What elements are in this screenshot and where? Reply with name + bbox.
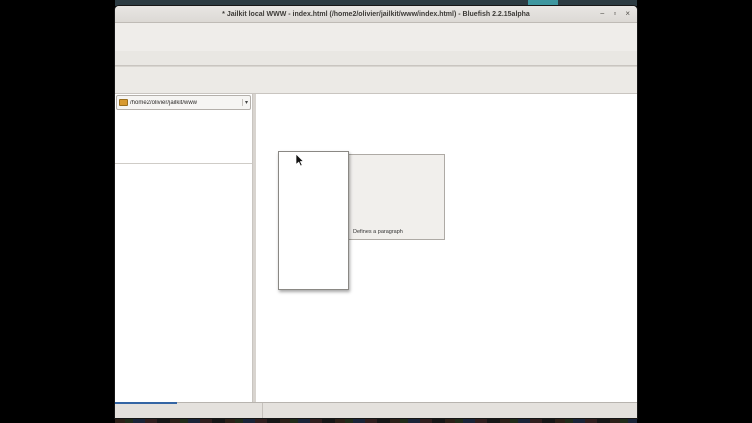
desktop: * Jailkit local WWW - index.html (/home2… <box>0 0 752 423</box>
autocomplete-popup <box>278 151 349 290</box>
main-toolbar <box>115 35 637 51</box>
side-panel-tabs <box>115 403 262 418</box>
window-controls: − ▫ × <box>600 6 630 22</box>
code-editor[interactable]: Defines a paragraph <box>256 94 637 402</box>
close-button[interactable]: × <box>625 10 630 18</box>
title-bar[interactable]: * Jailkit local WWW - index.html (/home2… <box>115 6 637 23</box>
menu-bar <box>115 23 637 35</box>
minimize-button[interactable]: − <box>600 10 605 18</box>
autocomplete-tooltip: Defines a paragraph <box>348 154 445 240</box>
folder-icon <box>119 99 128 106</box>
active-panel-indicator <box>115 402 177 404</box>
directory-tree <box>115 111 252 163</box>
directory-path: /home2/olivier/jailkit/www <box>130 100 240 106</box>
file-list <box>115 163 252 402</box>
html-toolbar-tabs <box>115 51 637 66</box>
html-toolbar <box>115 66 637 81</box>
window-title: * Jailkit local WWW - index.html (/home2… <box>222 11 530 18</box>
bluefish-window: * Jailkit local WWW - index.html (/home2… <box>115 6 637 418</box>
document-tab-bar <box>262 403 637 418</box>
desktop-strip-bottom <box>115 418 637 423</box>
chevron-down-icon[interactable]: ▾ <box>242 99 248 106</box>
main-area: /home2/olivier/jailkit/www ▾ Defines a p… <box>115 94 637 402</box>
directory-selector[interactable]: /home2/olivier/jailkit/www ▾ <box>116 95 251 110</box>
mouse-cursor <box>296 154 305 167</box>
syntax-profile-bar <box>115 81 637 94</box>
file-browser-panel: /home2/olivier/jailkit/www ▾ <box>115 94 253 402</box>
bottom-bar <box>115 402 637 418</box>
maximize-button[interactable]: ▫ <box>613 10 616 18</box>
